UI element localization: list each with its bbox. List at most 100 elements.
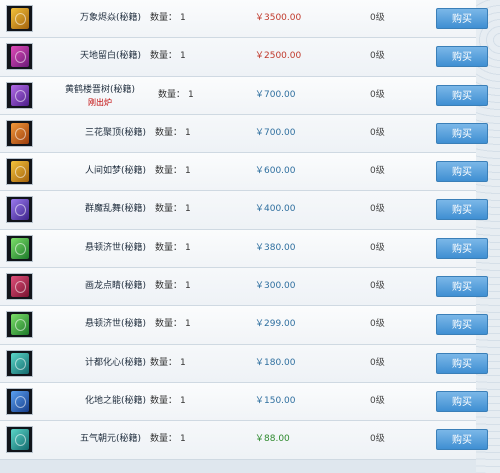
item-quantity: 数量： 1 <box>155 268 191 305</box>
purple-book-icon <box>10 84 29 106</box>
item-badge: 刚出炉 <box>88 97 113 107</box>
buy-button[interactable]: 购买 <box>436 84 488 106</box>
green-book-icon <box>10 237 29 259</box>
quantity-label: 数量： <box>155 242 183 253</box>
item-name[interactable]: 三花聚顶(秘籍) <box>85 115 146 152</box>
item-slot[interactable] <box>6 196 33 224</box>
item-row: 五气朝元(秘籍) 数量： 1 ￥88.00 0级 购买 <box>0 421 488 460</box>
buy-button[interactable]: 购买 <box>436 122 488 144</box>
item-level: 0级 <box>370 13 385 23</box>
item-name-text: 悬顿济世(秘籍) <box>85 242 147 253</box>
item-slot[interactable] <box>6 387 33 415</box>
crimson-book-icon <box>10 276 29 298</box>
item-slot[interactable] <box>6 426 33 454</box>
item-name[interactable]: 悬顿济世(秘籍) <box>85 230 146 267</box>
item-price: ￥299.00 <box>255 319 296 330</box>
item-name-text: 悬顿济世(秘籍) <box>85 319 147 330</box>
item-name-text: 计都化心(秘籍) <box>85 357 147 368</box>
item-quantity: 数量： 1 <box>158 77 194 114</box>
item-level: 0级 <box>370 89 385 100</box>
quantity-label: 数量： <box>155 166 183 177</box>
item-level: 0级 <box>370 242 385 253</box>
item-row: 三花聚顶(秘籍) 数量： 1 ￥700.00 0级 购买 <box>0 114 488 154</box>
buy-button[interactable]: 购买 <box>436 352 488 374</box>
item-slot[interactable] <box>6 119 33 147</box>
item-slot[interactable] <box>6 43 33 71</box>
item-quantity: 数量： 1 <box>155 230 191 267</box>
orange-book-icon <box>10 122 29 144</box>
item-level: 0级 <box>370 51 385 62</box>
buy-button[interactable]: 购买 <box>436 46 488 68</box>
item-name-text: 黄鹤楼晋树(秘籍) <box>65 84 136 95</box>
item-name[interactable]: 画龙点睛(秘籍) <box>85 268 146 305</box>
buy-button[interactable]: 购买 <box>436 237 488 259</box>
quantity-label: 数量： <box>155 281 183 292</box>
quantity-label: 数量： <box>155 319 183 330</box>
item-price: ￥2500.00 <box>255 51 302 62</box>
buy-button[interactable]: 购买 <box>436 314 488 336</box>
buy-button[interactable]: 购买 <box>436 390 488 412</box>
item-level: 0级 <box>370 281 385 292</box>
buy-button[interactable]: 购买 <box>436 429 488 451</box>
gold-book-icon <box>10 8 29 29</box>
item-quantity: 数量： 1 <box>150 383 186 420</box>
item-quantity: 数量： 1 <box>150 38 186 75</box>
item-name[interactable]: 五气朝元(秘籍) <box>80 421 141 458</box>
buy-button[interactable]: 购买 <box>436 161 488 183</box>
quantity-label: 数量： <box>150 357 178 368</box>
item-name-text: 五气朝元(秘籍) <box>80 434 142 445</box>
quantity-value: 1 <box>180 13 186 23</box>
item-list: 万象烬焱(秘籍) 数量： 1 ￥3500.00 0级 购买 天地留白(秘籍) 数量： 1 ￥250… <box>0 0 488 460</box>
quantity-value: 1 <box>180 395 186 406</box>
item-row: 群魔乱舞(秘籍) 数量： 1 ￥400.00 0级 购买 <box>0 191 488 230</box>
item-quantity: 数量： 1 <box>155 153 191 190</box>
item-name[interactable]: 万象烬焱(秘籍) <box>80 0 141 37</box>
item-name-text: 三花聚顶(秘籍) <box>85 127 147 138</box>
item-slot[interactable] <box>6 81 33 109</box>
item-level: 0级 <box>370 434 385 445</box>
item-price: ￥700.00 <box>255 127 296 138</box>
quantity-value: 1 <box>185 204 191 215</box>
green-book-icon <box>10 314 29 336</box>
gold-book-icon <box>10 161 29 183</box>
teal-book-icon <box>10 352 29 374</box>
item-row: 天地留白(秘籍) 数量： 1 ￥2500.00 0级 购买 <box>0 38 488 77</box>
magenta-book-icon <box>10 46 29 68</box>
item-name[interactable]: 悬顿济世(秘籍) <box>85 306 146 343</box>
quantity-value: 1 <box>185 242 191 253</box>
item-slot[interactable] <box>6 158 33 186</box>
item-name[interactable]: 群魔乱舞(秘籍) <box>85 191 146 228</box>
item-slot[interactable] <box>6 311 33 339</box>
item-name-text: 万象烬焱(秘籍) <box>80 13 142 23</box>
item-name[interactable]: 天地留白(秘籍) <box>80 38 141 75</box>
item-slot[interactable] <box>6 5 33 32</box>
item-name[interactable]: 化地之能(秘籍) <box>85 383 146 420</box>
quantity-label: 数量： <box>150 434 178 445</box>
quantity-label: 数量： <box>150 51 178 62</box>
item-price: ￥3500.00 <box>255 13 302 23</box>
item-price: ￥300.00 <box>255 281 296 292</box>
quantity-label: 数量： <box>150 13 178 23</box>
item-level: 0级 <box>370 357 385 368</box>
quantity-label: 数量： <box>150 395 178 406</box>
quantity-value: 1 <box>180 357 186 368</box>
teal-book-icon <box>10 429 29 451</box>
buy-button[interactable]: 购买 <box>436 8 488 29</box>
item-slot[interactable] <box>6 273 33 301</box>
item-level: 0级 <box>370 166 385 177</box>
item-level: 0级 <box>370 127 385 138</box>
item-name-text: 天地留白(秘籍) <box>80 51 142 62</box>
quantity-label: 数量： <box>155 204 183 215</box>
item-row: 黄鹤楼晋树(秘籍) 刚出炉 数量： 1 ￥700.00 0级 购买 <box>0 76 488 115</box>
item-quantity: 数量： 1 <box>155 115 191 152</box>
item-quantity: 数量： 1 <box>150 421 186 458</box>
quantity-label: 数量： <box>158 89 186 100</box>
item-name[interactable]: 计都化心(秘籍) <box>85 345 146 382</box>
buy-button[interactable]: 购买 <box>436 199 488 221</box>
item-name[interactable]: 人间如梦(秘籍) <box>85 153 146 190</box>
item-name-text: 群魔乱舞(秘籍) <box>85 204 147 215</box>
item-slot[interactable] <box>6 234 33 262</box>
quantity-value: 1 <box>185 127 191 138</box>
buy-button[interactable]: 购买 <box>436 276 488 298</box>
item-slot[interactable] <box>6 349 33 377</box>
